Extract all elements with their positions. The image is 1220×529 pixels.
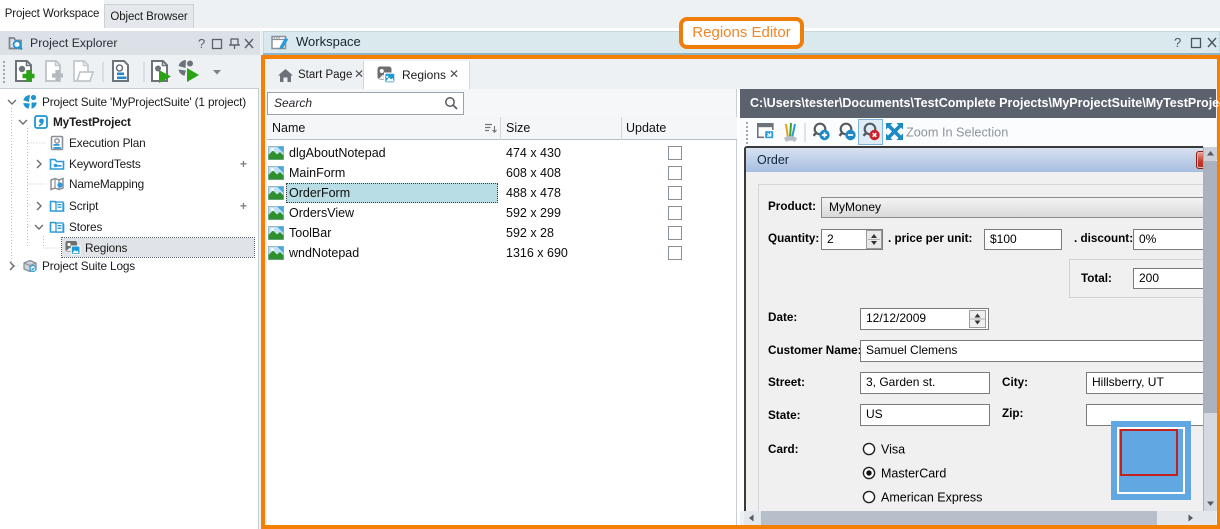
svg-text:Zoom In Selection: Zoom In Selection [906, 126, 1008, 140]
svg-text:?: ? [1174, 35, 1181, 50]
svg-text:Visa: Visa [881, 443, 905, 457]
svg-text:?: ? [198, 36, 205, 51]
svg-text:American Express: American Express [881, 491, 982, 505]
svg-text:MasterCard: MasterCard [881, 467, 946, 481]
